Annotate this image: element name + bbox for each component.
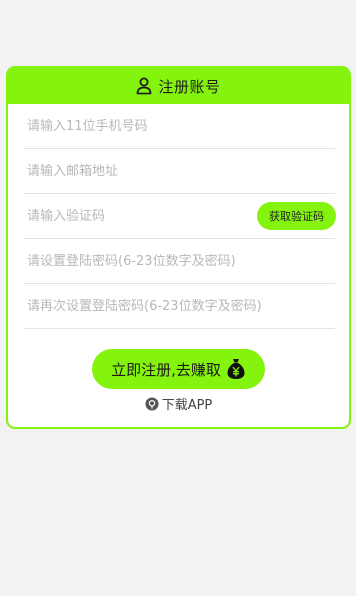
download-label: 下载APP	[161, 398, 213, 413]
email-input[interactable]	[24, 163, 335, 179]
download-icon	[145, 397, 159, 411]
page-title: 注册账号	[158, 77, 221, 96]
card-header: 注册账号	[8, 68, 349, 104]
confirm-password-input[interactable]	[24, 298, 335, 314]
user-icon	[136, 77, 152, 95]
password-input[interactable]	[24, 253, 335, 269]
download-app-link[interactable]: 下载APP	[8, 394, 349, 413]
verification-code-input[interactable]	[24, 208, 227, 224]
confirm-password-field	[24, 284, 335, 329]
phone-input[interactable]	[24, 118, 335, 134]
register-button[interactable]: 立即注册,去赚取	[92, 349, 265, 389]
submit-wrap: 立即注册,去赚取	[8, 349, 349, 389]
register-form: 获取验证码	[8, 104, 349, 329]
code-field: 获取验证码	[24, 194, 336, 239]
phone-field	[24, 104, 335, 149]
register-button-label: 立即注册,去赚取	[111, 360, 221, 379]
email-field	[24, 149, 335, 194]
money-bag-icon	[226, 358, 246, 380]
get-code-button[interactable]: 获取验证码	[257, 202, 336, 230]
password-field	[24, 239, 335, 284]
register-card: 注册账号 获取验证码 立即注册,去赚取	[6, 66, 351, 429]
